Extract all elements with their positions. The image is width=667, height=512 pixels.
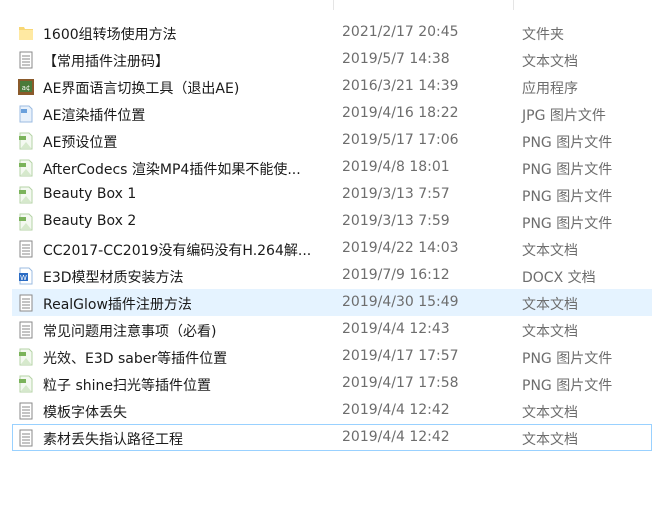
png-file-icon	[18, 375, 34, 393]
file-date: 2019/7/9 16:12	[342, 267, 450, 283]
file-date: 2019/5/7 14:38	[342, 51, 450, 67]
text-file-icon	[18, 321, 34, 339]
svg-text:W: W	[20, 274, 27, 282]
file-row[interactable]: a¢ AE界面语言切换工具（退出AE) 2016/3/21 14:39 应用程序	[12, 73, 652, 100]
file-row[interactable]: 素材丢失指认路径工程 2019/4/4 12:42 文本文档	[12, 424, 652, 451]
png-file-icon	[18, 186, 34, 204]
file-type: 文本文档	[522, 243, 578, 259]
file-date: 2019/5/17 17:06	[342, 132, 459, 148]
file-type: 文本文档	[522, 297, 578, 313]
file-date: 2019/4/16 18:22	[342, 105, 459, 121]
png-file-icon	[18, 159, 34, 177]
file-row[interactable]: 常见问题用注意事项（必看) 2019/4/4 12:43 文本文档	[12, 316, 652, 343]
file-date: 2021/2/17 20:45	[342, 24, 459, 40]
file-type: PNG 图片文件	[522, 135, 613, 151]
file-name: 模板字体丢失	[43, 405, 127, 421]
docx-file-icon: W	[18, 267, 34, 285]
file-date: 2019/4/4 12:42	[342, 429, 450, 445]
file-name: 常见问题用注意事项（必看)	[43, 324, 217, 340]
column-divider[interactable]	[513, 0, 514, 10]
file-row[interactable]: 【常用插件注册码】 2019/5/7 14:38 文本文档	[12, 46, 652, 73]
file-row[interactable]: AE渲染插件位置 2019/4/16 18:22 JPG 图片文件	[12, 100, 652, 127]
file-name: 【常用插件注册码】	[43, 54, 169, 70]
file-type: 文本文档	[522, 432, 578, 448]
png-file-icon	[18, 213, 34, 231]
file-date: 2019/4/8 18:01	[342, 159, 450, 175]
file-type: PNG 图片文件	[522, 189, 613, 205]
file-type: DOCX 文档	[522, 270, 596, 286]
png-file-icon	[18, 348, 34, 366]
file-type: JPG 图片文件	[522, 108, 606, 124]
text-file-icon	[18, 429, 34, 447]
application-icon: a¢	[18, 78, 34, 96]
text-file-icon	[18, 240, 34, 258]
column-header	[0, 0, 660, 10]
file-name: CC2017-CC2019没有编码没有H.264解...	[43, 243, 312, 259]
file-date: 2019/4/4 12:43	[342, 321, 450, 337]
file-name: AfterCodecs 渲染MP4插件如果不能使...	[43, 162, 301, 178]
file-row[interactable]: CC2017-CC2019没有编码没有H.264解... 2019/4/22 1…	[12, 235, 652, 262]
file-row[interactable]: Beauty Box 2 2019/3/13 7:59 PNG 图片文件	[12, 208, 652, 235]
file-date: 2019/4/17 17:58	[342, 375, 459, 391]
file-name: Beauty Box 1	[43, 186, 137, 202]
file-name: E3D模型材质安装方法	[43, 270, 184, 286]
file-type: 文本文档	[522, 54, 578, 70]
file-date: 2019/4/30 15:49	[342, 294, 459, 310]
jpg-file-icon	[18, 105, 34, 123]
file-name: AE渲染插件位置	[43, 108, 146, 124]
file-name: 光效、E3D saber等插件位置	[43, 351, 228, 367]
text-file-icon	[18, 402, 34, 420]
file-row[interactable]: 粒子 shine扫光等插件位置 2019/4/17 17:58 PNG 图片文件	[12, 370, 652, 397]
file-row[interactable]: 1600组转场使用方法 2021/2/17 20:45 文件夹	[12, 19, 652, 46]
file-name: AE预设位置	[43, 135, 118, 151]
file-name: 粒子 shine扫光等插件位置	[43, 378, 211, 394]
file-type: PNG 图片文件	[522, 162, 613, 178]
folder-icon	[18, 24, 34, 42]
svg-text:a¢: a¢	[22, 84, 31, 92]
file-type: 文件夹	[522, 27, 564, 43]
file-date: 2019/4/22 14:03	[342, 240, 459, 256]
column-divider[interactable]	[333, 0, 334, 10]
file-date: 2016/3/21 14:39	[342, 78, 459, 94]
text-file-icon	[18, 294, 34, 312]
file-date: 2019/4/4 12:42	[342, 402, 450, 418]
file-row[interactable]: RealGlow插件注册方法 2019/4/30 15:49 文本文档	[12, 289, 652, 316]
file-row[interactable]: 模板字体丢失 2019/4/4 12:42 文本文档	[12, 397, 652, 424]
file-row[interactable]: AfterCodecs 渲染MP4插件如果不能使... 2019/4/8 18:…	[12, 154, 652, 181]
file-row[interactable]: AE预设位置 2019/5/17 17:06 PNG 图片文件	[12, 127, 652, 154]
file-name: RealGlow插件注册方法	[43, 297, 192, 313]
file-type: 应用程序	[522, 81, 578, 97]
file-name: AE界面语言切换工具（退出AE)	[43, 81, 240, 97]
file-name: 1600组转场使用方法	[43, 27, 177, 43]
file-row[interactable]: Beauty Box 1 2019/3/13 7:57 PNG 图片文件	[12, 181, 652, 208]
png-file-icon	[18, 132, 34, 150]
file-row[interactable]: W E3D模型材质安装方法 2019/7/9 16:12 DOCX 文档	[12, 262, 652, 289]
file-name: 素材丢失指认路径工程	[43, 432, 183, 448]
file-type: PNG 图片文件	[522, 378, 613, 394]
file-date: 2019/3/13 7:57	[342, 186, 450, 202]
file-type: 文本文档	[522, 405, 578, 421]
file-type: 文本文档	[522, 324, 578, 340]
file-type: PNG 图片文件	[522, 216, 613, 232]
file-row[interactable]: 光效、E3D saber等插件位置 2019/4/17 17:57 PNG 图片…	[12, 343, 652, 370]
text-file-icon	[18, 51, 34, 69]
file-date: 2019/3/13 7:59	[342, 213, 450, 229]
file-type: PNG 图片文件	[522, 351, 613, 367]
file-name: Beauty Box 2	[43, 213, 137, 229]
file-date: 2019/4/17 17:57	[342, 348, 459, 364]
